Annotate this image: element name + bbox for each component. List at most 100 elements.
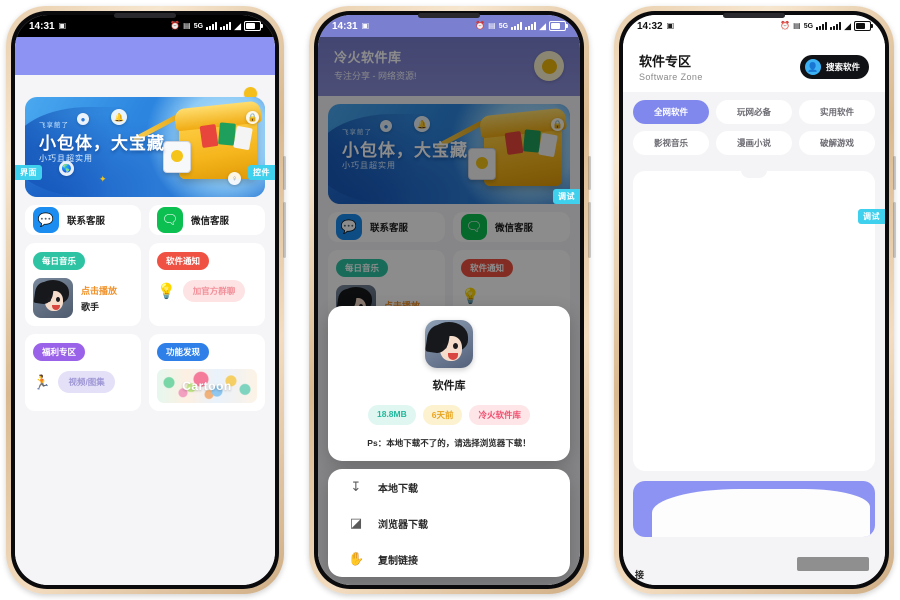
chest-item-white (233, 125, 253, 151)
app-info-modal: 软件库 18.8MB 6天前 冷火软件库 Ps：本地下载不了的，请选择浏览器下载… (328, 306, 570, 461)
hero-kicker: 飞享館了 (39, 122, 69, 129)
card-badge: 功能发现 (157, 343, 210, 361)
sim-icon: ▤ (488, 21, 496, 30)
service-label: 微信客服 (191, 216, 230, 227)
network-label: 5G (498, 22, 509, 30)
bubble-icon-1: ● (77, 113, 89, 125)
card-feature-discover[interactable]: 功能发现 Cartoon (149, 334, 265, 411)
chip-cracked-games[interactable]: 破解游戏 (799, 131, 875, 155)
service-card-qq[interactable]: 💬 联系客服 (25, 205, 141, 235)
welfare-row: 🏃 视频/图集 (33, 371, 133, 393)
card-software-notice[interactable]: 软件通知 💡 加官方群聊 (149, 243, 265, 326)
service-card-wechat[interactable]: 🗨 微信客服 (149, 205, 265, 235)
signal-icon (206, 22, 218, 30)
dnd-icon: ▣ (666, 21, 675, 30)
qq-icon: 💬 (33, 207, 59, 233)
status-bar: 14:31 ▣ ⏰ ▤ 5G ◢ (15, 15, 275, 37)
volume-button[interactable] (893, 156, 896, 190)
chest-item-red (199, 123, 219, 149)
volume-button[interactable] (283, 156, 286, 190)
dnd-icon: ▣ (58, 21, 67, 30)
home-content: ● 🔔 🌎 🔒 ♀ ✦ 飞享館了 小包体，大宝藏 小巧且超实用 界面 控件 💬 … (15, 37, 275, 585)
edge-tag-left[interactable]: 界面 (15, 165, 42, 180)
download-content: 冷火软件库 专注分享 - 网络资源! 🔔 ● 🔒 飞享館了 小包体，大宝藏 小巧… (318, 37, 580, 585)
action-list: ↧ 本地下载 ◪ 浏览器下载 ✋ 复制链接 (328, 469, 570, 577)
status-bar: 14:32 ▣ ⏰ ▤ 5G ◢ (623, 15, 885, 37)
action-local-download[interactable]: ↧ 本地下载 (328, 469, 570, 505)
modal-note: Ps：本地下载不了的，请选择浏览器下载！ (367, 438, 531, 448)
bubble-icon-5: ♀ (228, 172, 241, 185)
software-list-panel[interactable] (633, 171, 875, 471)
chip-comics-novels[interactable]: 漫画小说 (716, 131, 792, 155)
chip-all-software[interactable]: 全网软件 (633, 100, 709, 124)
search-software-button[interactable]: 👤 搜索软件 (799, 55, 869, 79)
phone-mockup-download: 14:31 ▣ ⏰ ▤ 5G ◢ 冷火软件库 专注分享 - 网络资源! 🔔 ● … (309, 6, 591, 594)
bottom-banner[interactable] (633, 481, 875, 537)
power-button[interactable] (283, 202, 286, 258)
bell-bubble-icon: 🔔 (111, 109, 127, 125)
alarm-icon: ⏰ (780, 21, 791, 30)
cartoon-banner[interactable]: Cartoon (157, 369, 257, 403)
zone-title-block: 软件专区 Software Zone (639, 51, 703, 82)
power-button[interactable] (588, 202, 591, 258)
top-accent-strip (15, 37, 275, 75)
wechat-icon: 🗨 (157, 207, 183, 233)
chip-utility-software[interactable]: 实用软件 (799, 100, 875, 124)
signal-icon-2 (525, 22, 537, 30)
banner-overlay-artifact (652, 488, 871, 537)
edge-tag-debug[interactable]: 调试 (553, 189, 580, 204)
earpiece-speaker (723, 13, 785, 18)
action-browser-download[interactable]: ◪ 浏览器下载 (328, 505, 570, 541)
download-icon: ↧ (350, 479, 362, 494)
power-button[interactable] (893, 202, 896, 258)
tag-source: 冷火软件库 (469, 405, 530, 425)
phone-bezel: 14:31 ▣ ⏰ ▤ 5G ◢ (314, 11, 584, 589)
music-row[interactable]: 点击播放 歌手 (33, 278, 133, 318)
star-icon: ✦ (99, 174, 107, 184)
signal-icon (816, 22, 828, 30)
phone-screen-zone: 14:32 ▣ ⏰ ▤ 5G ◢ 软件专区 Software Zone 👤 搜索… (623, 15, 885, 585)
category-chips: 全网软件 玩网必备 实用软件 影视音乐 漫画小说 破解游戏 (633, 100, 875, 155)
network-label: 5G (193, 22, 204, 30)
network-label: 5G (803, 22, 814, 30)
page-subtitle: Software Zone (639, 72, 703, 82)
app-avatar-icon (425, 320, 473, 368)
card-badge: 软件通知 (157, 252, 210, 270)
mascot-icon (163, 141, 191, 173)
status-bar: 14:31 ▣ ⏰ ▤ 5G ◢ (318, 15, 580, 37)
earpiece-speaker (418, 13, 480, 18)
app-tag-row: 18.8MB 6天前 冷火软件库 (340, 405, 558, 425)
bubble-icon-4: 🔒 (246, 111, 259, 124)
card-badge: 每日音乐 (33, 252, 86, 270)
action-copy-link[interactable]: ✋ 复制链接 (328, 541, 570, 577)
chip-video-music[interactable]: 影视音乐 (633, 131, 709, 155)
card-badge: 福利专区 (33, 343, 86, 361)
card-daily-music[interactable]: 每日音乐 点击播放 歌手 (25, 243, 141, 326)
sim-icon: ▤ (183, 21, 191, 30)
service-label: 联系客服 (67, 216, 106, 227)
wifi-icon: ◢ (844, 20, 851, 31)
battery-icon (244, 21, 263, 31)
edge-tag-right[interactable]: 控件 (248, 165, 275, 180)
dnd-icon: ▣ (361, 21, 370, 30)
service-grid: 💬 联系客服 🗨 微信客服 (15, 197, 275, 235)
card-welfare-zone[interactable]: 福利专区 🏃 视频/图集 (25, 334, 141, 411)
battery-icon (854, 21, 873, 31)
lightbulb-icon: 💡 (157, 283, 176, 300)
search-button-label: 搜索软件 (825, 62, 860, 72)
hero-banner[interactable]: ● 🔔 🌎 🔒 ♀ ✦ 飞享館了 小包体，大宝藏 小巧且超实用 (25, 97, 265, 197)
video-gallery-button[interactable]: 视频/图集 (58, 371, 115, 393)
join-group-button[interactable]: 加官方群聊 (182, 280, 246, 302)
status-time: 14:31 (332, 20, 358, 32)
chip-gaming-essentials[interactable]: 玩网必备 (716, 100, 792, 124)
action-label: 复制链接 (378, 555, 418, 567)
edge-tag-debug[interactable]: 调试 (858, 209, 885, 224)
earpiece-speaker (114, 13, 176, 18)
bottom-gray-bar (797, 557, 869, 571)
sim-icon: ▤ (793, 21, 801, 30)
volume-button[interactable] (588, 156, 591, 190)
feature-grid: 每日音乐 点击播放 歌手 软件通知 💡 加官方群聊 福利专区 🏃 视频/图集 功… (15, 235, 275, 411)
bottom-label: 接 (635, 570, 645, 580)
phone-mockup-home: 14:31 ▣ ⏰ ▤ 5G ◢ ● 🔔 🌎 🔒 ♀ ✦ 飞享館了 小包体，大宝… (6, 6, 286, 594)
phone-screen-home: 14:31 ▣ ⏰ ▤ 5G ◢ ● 🔔 🌎 🔒 ♀ ✦ 飞享館了 小包体，大宝… (15, 15, 275, 585)
